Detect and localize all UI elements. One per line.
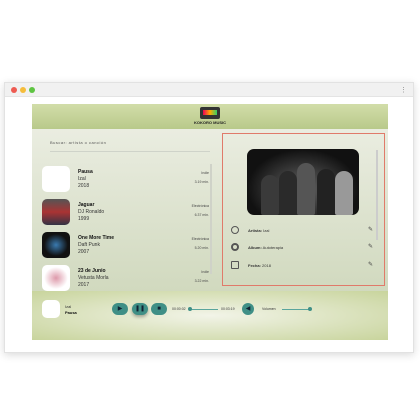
song-genre: Electrónica <box>191 237 209 241</box>
list-scrollbar[interactable] <box>210 164 212 274</box>
edit-icon[interactable]: ✎ <box>368 226 373 233</box>
cassette-logo-icon <box>200 107 220 119</box>
now-playing-cover <box>42 300 60 318</box>
song-details-panel: Artista: Izal ✎ Album: Autoterapia ✎ Fec… <box>222 133 385 286</box>
volume-track[interactable] <box>282 309 310 310</box>
album-label: Album: <box>248 245 262 250</box>
song-title: 23 de Junio <box>78 268 106 274</box>
app-header: KOKORO MUSIC <box>32 104 388 129</box>
list-item[interactable]: Jaguar DJ Ronaldo 1999 Electrónica 6.37 … <box>42 197 212 229</box>
total-time: 00:03:19 <box>221 307 235 311</box>
song-artist: Izal <box>78 176 86 182</box>
disc-icon <box>231 243 239 251</box>
song-title: One More Time <box>78 235 115 241</box>
album-cover <box>42 166 70 192</box>
calendar-icon <box>231 261 239 269</box>
browser-toolbar: ⋮ <box>5 83 413 97</box>
date-row: Fecha: 2018 ✎ <box>231 261 373 271</box>
song-duration: 3.22 min. <box>194 279 209 283</box>
album-cover <box>42 232 70 258</box>
edit-icon[interactable]: ✎ <box>368 243 373 250</box>
song-duration: 3.19 min. <box>194 180 209 184</box>
album-row: Album: Autoterapia ✎ <box>231 243 373 253</box>
album-cover <box>42 199 70 225</box>
progress-track[interactable] <box>190 309 218 310</box>
close-dot[interactable] <box>11 87 17 93</box>
maximize-dot[interactable] <box>29 87 35 93</box>
volume-knob[interactable] <box>308 307 312 311</box>
elapsed-time: 00:00:02 <box>172 307 186 311</box>
music-app: KOKORO MUSIC Buscar: artista o canción P… <box>32 104 388 340</box>
face-icon <box>231 226 239 234</box>
song-duration: 5.20 min. <box>194 246 209 250</box>
artist-value: Izal <box>263 228 270 233</box>
player-bar: Izal Pausa ▶ ❚❚ ■ 00:00:02 00:03:19 ◀ Vo… <box>32 291 388 340</box>
now-playing-artist: Izal <box>65 304 72 309</box>
song-list: Pausa Izal 2018 Indie 3.19 min. Jaguar D… <box>42 164 212 296</box>
song-year: 1999 <box>78 216 90 222</box>
artist-photo <box>247 149 359 215</box>
song-artist: Daft Punk <box>78 242 100 248</box>
now-playing-title: Pausa <box>65 310 77 315</box>
search-input[interactable]: Buscar: artista o canción <box>50 140 210 152</box>
song-artist: Vetusta Morla <box>78 275 109 281</box>
song-year: 2018 <box>78 183 90 189</box>
browser-window: ⋮ KOKORO MUSIC Buscar: artista o canción… <box>4 82 414 353</box>
album-cover <box>42 265 70 291</box>
song-genre: Indie <box>201 270 209 274</box>
minimize-dot[interactable] <box>20 87 26 93</box>
song-title: Jaguar <box>78 202 95 208</box>
stop-button[interactable]: ■ <box>151 303 167 315</box>
volume-icon[interactable]: ◀ <box>242 303 254 315</box>
song-duration: 6.37 min. <box>194 213 209 217</box>
logo-text: KOKORO MUSIC <box>194 120 226 125</box>
song-year: 2007 <box>78 249 90 255</box>
panel-scrollbar[interactable] <box>376 150 378 240</box>
artist-label: Artista: <box>248 228 263 233</box>
song-artist: DJ Ronaldo <box>78 209 105 215</box>
date-label: Fecha: <box>248 263 261 268</box>
list-item[interactable]: One More Time Daft Punk 2007 Electrónica… <box>42 230 212 262</box>
list-item[interactable]: Pausa Izal 2018 Indie 3.19 min. <box>42 164 212 196</box>
progress-knob[interactable] <box>188 307 193 311</box>
song-title: Pausa <box>78 169 93 175</box>
menu-icon[interactable]: ⋮ <box>400 86 407 94</box>
volume-label: Volumen <box>262 307 276 311</box>
edit-icon[interactable]: ✎ <box>368 261 373 268</box>
song-year: 2017 <box>78 282 90 288</box>
song-genre: Indie <box>201 171 209 175</box>
pause-button[interactable]: ❚❚ <box>132 303 148 315</box>
play-button[interactable]: ▶ <box>112 303 128 315</box>
album-value: Autoterapia <box>262 245 284 250</box>
date-value: 2018 <box>262 263 271 268</box>
artist-row: Artista: Izal ✎ <box>231 226 373 236</box>
song-genre: Electrónica <box>191 204 209 208</box>
